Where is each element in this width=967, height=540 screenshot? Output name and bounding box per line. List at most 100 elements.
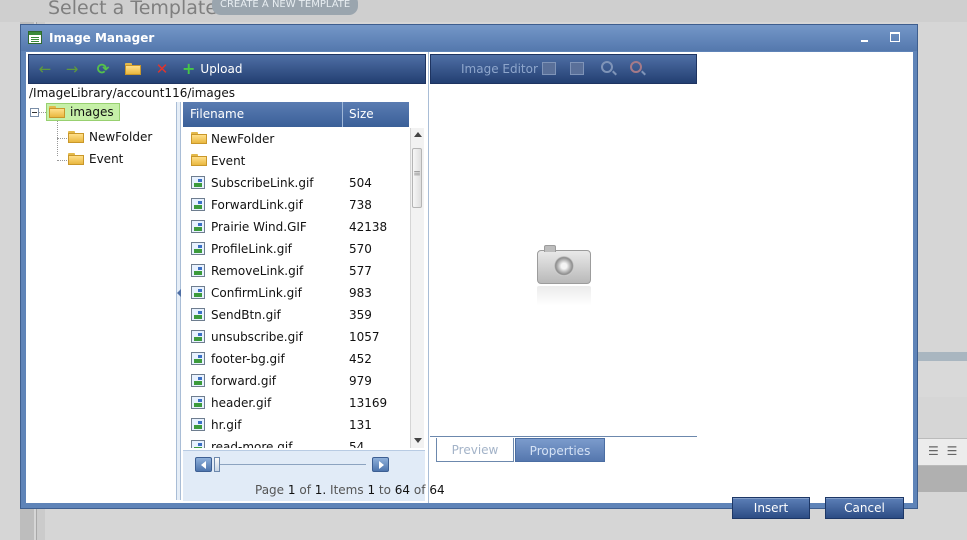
folder-tree: images NewFolder Event [26, 102, 176, 500]
file-name: forward.gif [211, 374, 276, 388]
image-file-icon [191, 198, 205, 211]
tree-node-newfolder[interactable]: NewFolder [68, 129, 152, 147]
pager: Page 1 of 1. Items 1 to 64 of 64 [183, 450, 445, 501]
file-grid: Filename Size NewFolder Event SubscribeLin… [181, 102, 445, 501]
image-manager-icon [28, 31, 42, 44]
image-editor-label[interactable]: Image Editor [461, 62, 538, 76]
collapse-icon[interactable] [30, 108, 39, 117]
insert-button[interactable]: Insert [732, 497, 810, 519]
plus-icon: + [182, 59, 196, 78]
file-toolbar: ← → ⟳ ✕ + Upload [28, 54, 426, 84]
list-format-icon: ☰ ☰ [928, 444, 960, 458]
grid-header: Filename Size [183, 102, 409, 127]
dialog-body: ← → ⟳ ✕ + Upload /ImageLibrary/account116… [26, 52, 913, 519]
crop-icon[interactable] [570, 62, 584, 75]
column-filename[interactable]: Filename [190, 102, 244, 127]
file-size: 452 [349, 352, 372, 366]
resize-icon[interactable] [542, 62, 556, 75]
next-page-button[interactable] [372, 457, 389, 472]
file-size: 570 [349, 242, 372, 256]
current-path: /ImageLibrary/account116/images [29, 86, 236, 100]
table-row[interactable]: read-more.gif 54 [183, 436, 409, 448]
file-size: 131 [349, 418, 372, 432]
table-row[interactable]: hr.gif 131 [183, 414, 409, 436]
file-name: ForwardLink.gif [211, 198, 303, 212]
image-file-icon [191, 308, 205, 321]
tab-properties[interactable]: Properties [515, 438, 605, 462]
file-size: 359 [349, 308, 372, 322]
pager-info: Page 1 of 1. Items 1 to 64 of 64 [255, 483, 445, 497]
table-row[interactable]: SubscribeLink.gif 504 [183, 172, 409, 194]
maximize-icon[interactable] [889, 31, 901, 43]
table-row[interactable]: RemoveLink.gif 577 [183, 260, 409, 282]
background-panel [918, 361, 967, 397]
dialog-titlebar[interactable]: Image Manager [21, 25, 917, 51]
refresh-icon[interactable]: ⟳ [95, 61, 111, 77]
image-editor-toolbar: Image Editor [430, 54, 697, 84]
create-template-button[interactable]: CREATE A NEW TEMPLATE [212, 0, 359, 15]
tabs-divider [430, 436, 697, 437]
folder-icon [191, 154, 207, 166]
table-row[interactable]: ProfileLink.gif 570 [183, 238, 409, 260]
tree-node-event[interactable]: Event [68, 151, 123, 169]
table-row[interactable]: SendBtn.gif 359 [183, 304, 409, 326]
file-size: 1057 [349, 330, 380, 344]
vertical-scrollbar[interactable] [410, 128, 424, 448]
file-name: unsubscribe.gif [211, 330, 303, 344]
scroll-thumb[interactable] [412, 148, 422, 208]
table-row[interactable]: unsubscribe.gif 1057 [183, 326, 409, 348]
upload-button[interactable]: + Upload [182, 61, 242, 77]
new-folder-icon[interactable] [125, 61, 141, 77]
zoom-in-icon[interactable] [601, 61, 613, 73]
table-row[interactable]: ConfirmLink.gif 983 [183, 282, 409, 304]
forward-arrow-icon[interactable]: → [64, 61, 80, 77]
image-preview-area [430, 86, 697, 438]
dialog-title: Image Manager [49, 31, 155, 45]
file-name: hr.gif [211, 418, 242, 432]
file-name: RemoveLink.gif [211, 264, 304, 278]
file-name: footer-bg.gif [211, 352, 285, 366]
image-file-icon [191, 440, 205, 448]
file-name: Prairie Wind.GIF [211, 220, 307, 234]
scroll-down-icon[interactable] [414, 438, 422, 443]
table-row[interactable]: forward.gif 979 [183, 370, 409, 392]
folder-icon [191, 132, 207, 144]
pager-word: Page [255, 483, 285, 497]
pager-word: Items [330, 483, 364, 497]
minimize-icon[interactable] [858, 33, 872, 45]
back-arrow-icon[interactable]: ← [37, 61, 53, 77]
previous-page-button[interactable] [195, 457, 212, 472]
file-size: 577 [349, 264, 372, 278]
scroll-up-icon[interactable] [414, 132, 422, 137]
column-separator [342, 102, 343, 127]
page-slider-handle[interactable] [214, 457, 220, 472]
tree-node-label: NewFolder [89, 130, 153, 144]
table-row[interactable]: ForwardLink.gif 738 [183, 194, 409, 216]
image-file-icon [191, 286, 205, 299]
cancel-button[interactable]: Cancel [825, 497, 904, 519]
pager-word: of [299, 483, 311, 497]
table-row[interactable]: NewFolder [183, 128, 409, 150]
pager-total-pages: 1. [314, 483, 327, 497]
zoom-out-icon[interactable] [630, 61, 642, 73]
column-size[interactable]: Size [349, 102, 374, 127]
background-bar [918, 352, 967, 361]
table-row[interactable]: footer-bg.gif 452 [183, 348, 409, 370]
tree-node-images[interactable]: images [46, 103, 120, 121]
file-size: 738 [349, 198, 372, 212]
delete-icon[interactable]: ✕ [154, 61, 170, 77]
file-name: ConfirmLink.gif [211, 286, 302, 300]
table-row[interactable]: Prairie Wind.GIF 42138 [183, 216, 409, 238]
page-slider-track[interactable] [216, 464, 366, 465]
table-row[interactable]: Event [183, 150, 409, 172]
tree-connector [57, 160, 67, 161]
file-size: 54 [349, 440, 365, 448]
table-row[interactable]: header.gif 13169 [183, 392, 409, 414]
pane-divider [428, 52, 429, 503]
upload-label: Upload [200, 62, 243, 76]
tree-connector [57, 138, 67, 139]
image-file-icon [191, 330, 205, 343]
image-file-icon [191, 242, 205, 255]
tab-preview[interactable]: Preview [436, 438, 514, 462]
file-name: read-more.gif [211, 440, 293, 448]
